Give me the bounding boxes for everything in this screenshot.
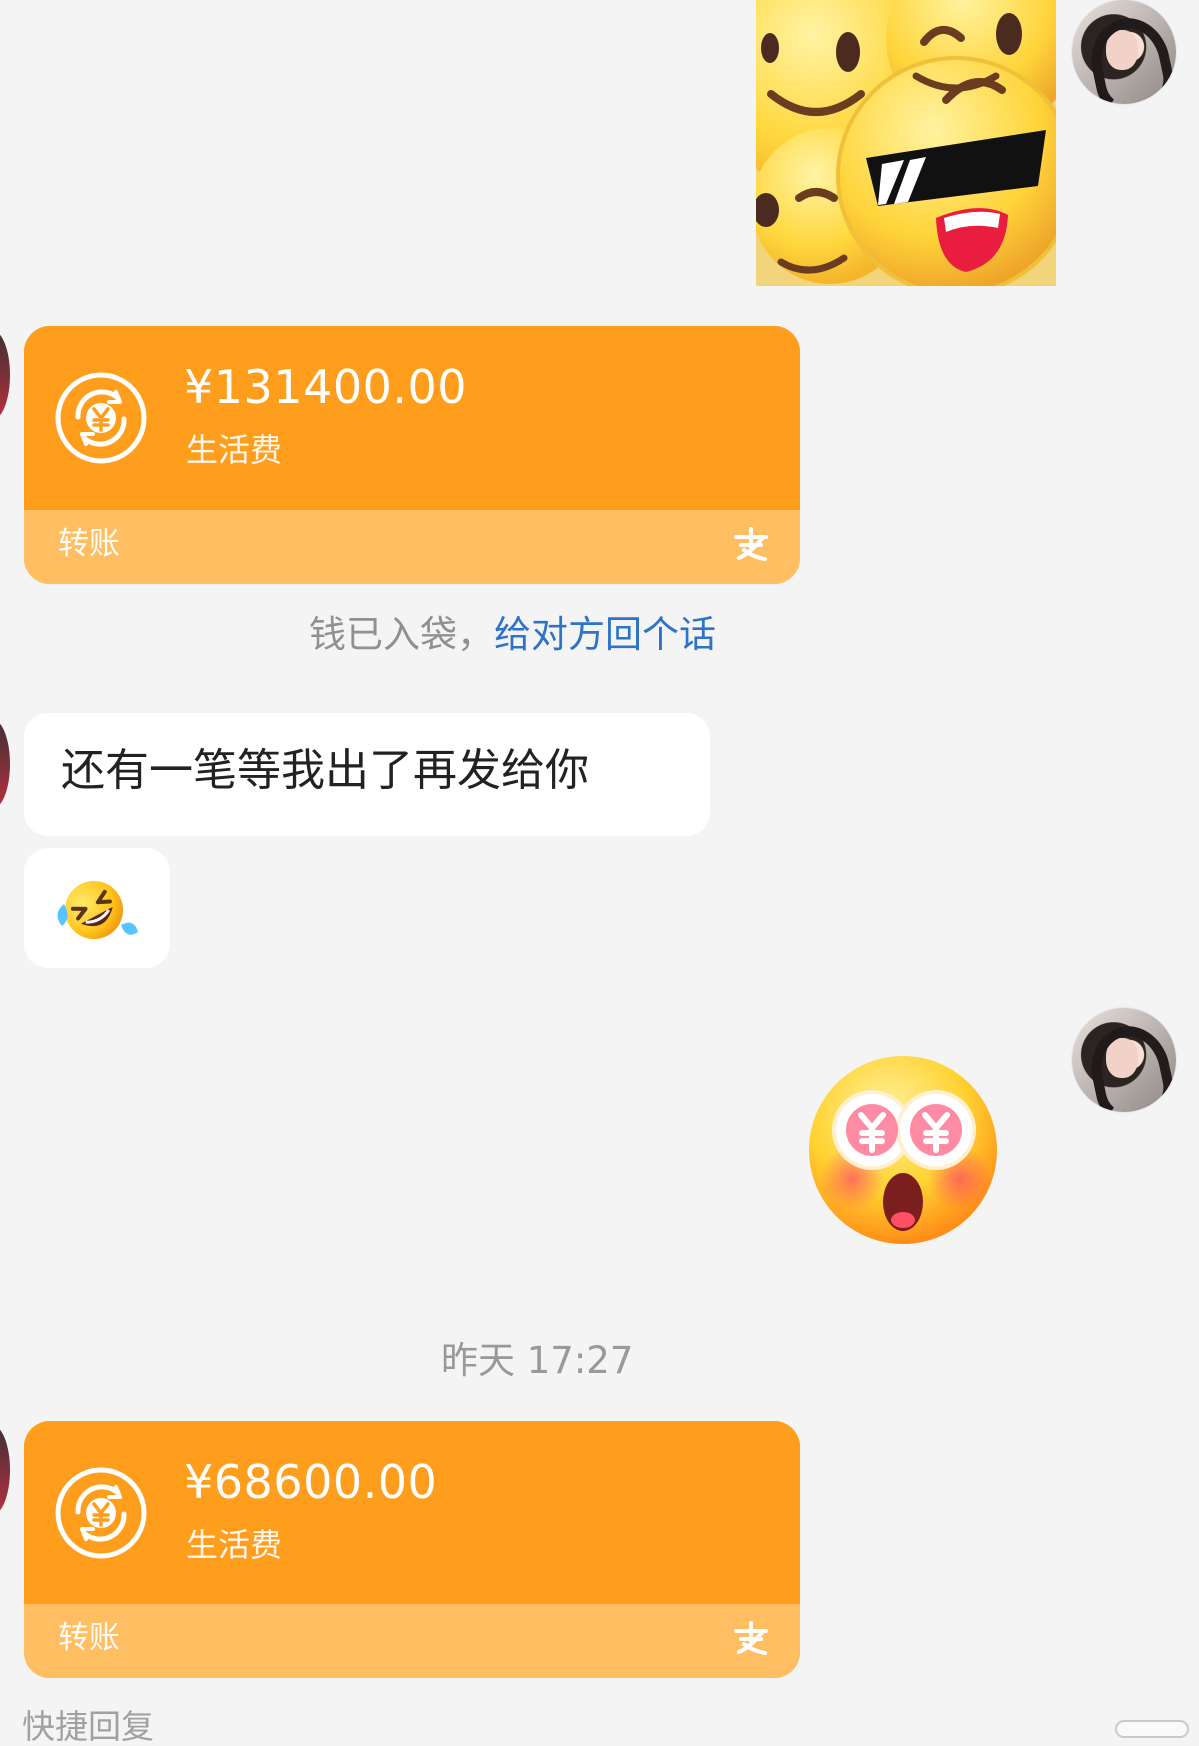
- transfer-amount: ¥131400.00: [184, 360, 468, 414]
- quick-reply-button[interactable]: 快捷回复: [22, 1710, 154, 1743]
- contact-avatar-stub-1[interactable]: [0, 330, 10, 420]
- money-received-text: 钱已入袋，: [309, 613, 494, 656]
- transfer-card-2[interactable]: ¥68600.00 生活费 转账: [24, 1421, 800, 1678]
- transfer-type-label: 转账: [58, 526, 120, 562]
- transfer-memo: 生活费: [186, 431, 283, 469]
- bottom-handle[interactable]: [1115, 1720, 1189, 1738]
- money-eyes-shocked-emoji[interactable]: [806, 1051, 1000, 1249]
- transfer-card-footer: 转账: [24, 1604, 800, 1678]
- alipay-icon: [734, 1621, 768, 1655]
- transfer-type-label: 转账: [58, 1620, 120, 1656]
- rolling-laughing-emoji: [57, 881, 138, 939]
- text-message: 还有一笔等我出了再发给你: [61, 745, 589, 796]
- alipay-icon: [734, 527, 768, 561]
- my-avatar-bottom[interactable]: [1072, 1008, 1176, 1112]
- contact-avatar-stub-2[interactable]: [0, 719, 10, 809]
- text-message-bubble[interactable]: 还有一笔等我出了再发给你: [24, 713, 710, 836]
- sticker-image-emoji-faces[interactable]: [756, 0, 1056, 286]
- emoji-message-bubble[interactable]: [24, 848, 170, 968]
- contact-avatar-stub-3[interactable]: [0, 1425, 10, 1515]
- transfer-card-main: ¥131400.00 生活费: [24, 326, 800, 510]
- my-avatar-top[interactable]: [1072, 0, 1176, 104]
- emoji-faces-illustration: [756, 0, 1056, 286]
- message-timestamp: 昨天 17:27: [441, 1339, 634, 1382]
- transfer-yuan-icon: [55, 372, 147, 464]
- transfer-yuan-icon: [55, 1467, 147, 1559]
- transfer-card-1[interactable]: ¥131400.00 生活费 转账: [24, 326, 800, 584]
- chat-screen: ¥131400.00 生活费 转账 钱已入袋，给对方回个话 还有一笔等我出了再发…: [0, 0, 1199, 1746]
- transfer-memo: 生活费: [186, 1526, 283, 1564]
- transfer-card-main: ¥68600.00 生活费: [24, 1421, 800, 1605]
- transfer-card-footer: 转账: [24, 510, 800, 584]
- reply-to-sender-link[interactable]: 给对方回个话: [494, 613, 716, 656]
- transfer-amount: ¥68600.00: [184, 1455, 438, 1509]
- money-received-notice: 钱已入袋，给对方回个话: [309, 616, 716, 653]
